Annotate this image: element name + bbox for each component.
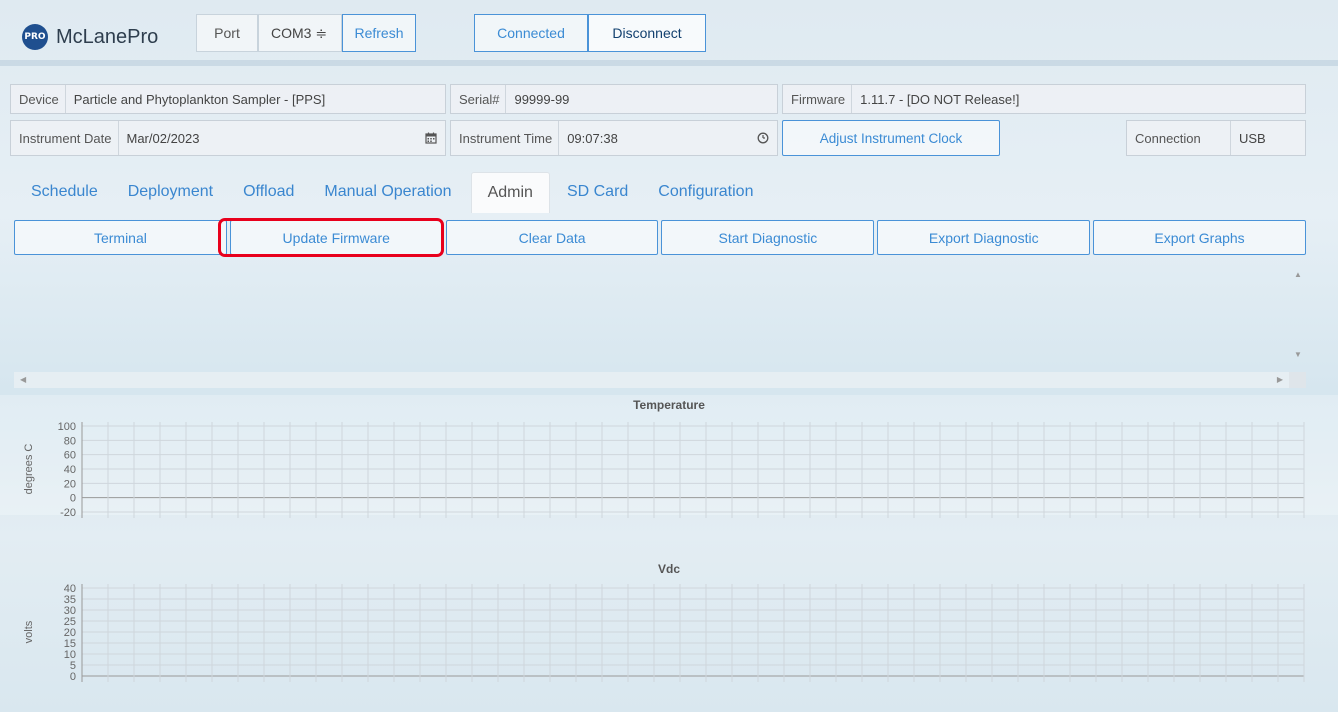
scroll-corner — [1289, 372, 1306, 388]
y-tick-label: 0 — [70, 671, 76, 683]
y-axis-label: degrees C — [23, 444, 35, 495]
output-panel[interactable]: ▲ ▼ ◀ ▶ — [14, 264, 1306, 388]
app-name: McLanePro — [56, 25, 159, 48]
temperature-chart-title: Temperature — [633, 398, 705, 412]
connection-value: USB — [1239, 130, 1266, 146]
device-value: Particle and Phytoplankton Sampler - [PP… — [73, 91, 326, 107]
update-firmware-button[interactable]: Update Firmware — [229, 220, 443, 255]
tab-deployment[interactable]: Deployment — [115, 172, 226, 212]
tab-offload[interactable]: Offload — [230, 172, 307, 212]
firmware-box: Firmware 1.11.7 - [DO NOT Release!] — [782, 84, 1306, 114]
firmware-label: Firmware — [783, 85, 853, 113]
vertical-scrollbar[interactable]: ▲ ▼ — [1289, 264, 1306, 372]
app-header: PRO McLanePro Port COM3 ≑ Refresh Connec… — [0, 0, 1338, 64]
export-diagnostic-button[interactable]: Export Diagnostic — [877, 220, 1091, 255]
calendar-icon[interactable] — [417, 121, 445, 155]
y-tick-label: 100 — [58, 421, 76, 433]
y-tick-label: -20 — [60, 507, 76, 519]
device-box: Device Particle and Phytoplankton Sample… — [10, 84, 446, 114]
y-tick-label: 40 — [64, 464, 76, 476]
y-tick-label: 80 — [64, 435, 76, 447]
refresh-button[interactable]: Refresh — [342, 14, 416, 52]
serial-label: Serial# — [451, 85, 507, 113]
date-label: Instrument Date — [11, 121, 119, 155]
serial-box: Serial# 99999-99 — [450, 84, 778, 114]
firmware-value: 1.11.7 - [DO NOT Release!] — [860, 91, 1020, 107]
clock-icon[interactable] — [749, 121, 777, 155]
start-diagnostic-button[interactable]: Start Diagnostic — [661, 220, 875, 255]
connected-button[interactable]: Connected — [474, 14, 588, 52]
horizontal-scrollbar[interactable]: ◀ ▶ — [14, 372, 1289, 388]
scroll-down-icon[interactable]: ▼ — [1294, 350, 1302, 359]
y-tick-label: 0 — [70, 493, 76, 505]
vdc-chart: volts4035302520151050 — [23, 583, 1305, 683]
connection-label: Connection — [1127, 121, 1231, 155]
port-label: Port — [196, 14, 258, 52]
tab-schedule[interactable]: Schedule — [18, 172, 111, 212]
tab-bar: Schedule Deployment Offload Manual Opera… — [18, 172, 766, 213]
instrument-info-row: Instrument Date Mar/02/2023 Instrument T… — [10, 120, 1306, 156]
export-graphs-button[interactable]: Export Graphs — [1093, 220, 1306, 255]
y-tick-label: 20 — [64, 478, 76, 490]
device-info-row: Device Particle and Phytoplankton Sample… — [10, 84, 1306, 114]
adjust-clock-button[interactable]: Adjust Instrument Clock — [782, 120, 1000, 156]
tab-configuration[interactable]: Configuration — [645, 172, 766, 212]
scroll-up-icon[interactable]: ▲ — [1294, 270, 1302, 279]
connection-group: Connected Disconnect — [474, 14, 706, 52]
port-group: Port COM3 ≑ Refresh — [196, 14, 416, 52]
vdc-chart-title: Vdc — [657, 562, 680, 576]
y-tick-label: 60 — [64, 450, 76, 462]
tab-manual-operation[interactable]: Manual Operation — [311, 172, 464, 212]
time-box: Instrument Time 09:07:38 — [450, 120, 778, 156]
y-axis-label: volts — [23, 620, 35, 643]
date-value[interactable]: Mar/02/2023 — [119, 121, 418, 155]
serial-value: 99999-99 — [514, 91, 570, 107]
app-logo: PRO McLanePro — [22, 24, 158, 50]
disconnect-button[interactable]: Disconnect — [588, 14, 706, 52]
time-value[interactable]: 09:07:38 — [559, 121, 749, 155]
tab-sd-card[interactable]: SD Card — [554, 172, 641, 212]
scroll-right-icon[interactable]: ▶ — [1277, 375, 1283, 384]
date-box: Instrument Date Mar/02/2023 — [10, 120, 446, 156]
terminal-button[interactable]: Terminal — [14, 220, 227, 255]
connection-box: Connection USB — [1126, 120, 1306, 156]
time-label: Instrument Time — [451, 121, 560, 155]
tab-admin[interactable]: Admin — [470, 172, 550, 213]
port-select[interactable]: COM3 ≑ — [258, 14, 342, 52]
device-label: Device — [11, 85, 66, 113]
scroll-left-icon[interactable]: ◀ — [20, 375, 26, 384]
logo-badge: PRO — [22, 24, 48, 50]
clear-data-button[interactable]: Clear Data — [445, 220, 659, 255]
temperature-chart: degrees C 100 80 60 40 20 0 -20 — [23, 421, 1305, 519]
admin-actions: Terminal Update Firmware Clear Data Star… — [14, 220, 1306, 255]
